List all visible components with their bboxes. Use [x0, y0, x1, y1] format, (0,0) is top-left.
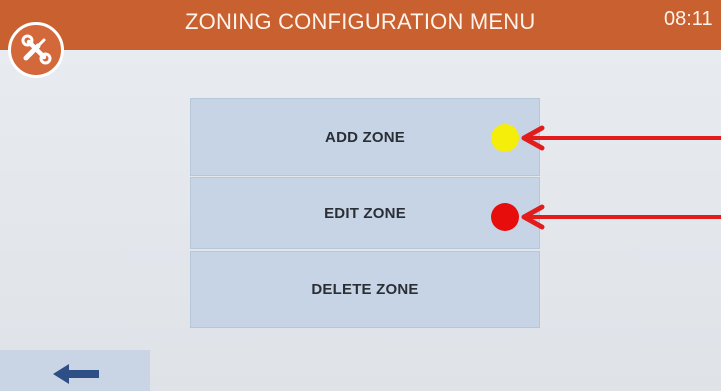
red-marker-dot — [491, 203, 519, 231]
annotation-arrow-edit-zone — [521, 204, 721, 230]
title-bar: ZONING CONFIGURATION MENU 08:11 — [0, 0, 721, 50]
settings-button[interactable] — [8, 22, 64, 78]
add-zone-label: ADD ZONE — [325, 128, 405, 146]
arrow-left-icon — [53, 363, 99, 384]
back-button[interactable] — [0, 350, 150, 391]
clock: 08:11 — [664, 8, 713, 30]
delete-zone-button[interactable]: DELETE ZONE — [190, 251, 540, 328]
delete-zone-label: DELETE ZONE — [311, 281, 419, 298]
wrench-screwdriver-icon — [21, 34, 52, 65]
page-title: ZONING CONFIGURATION MENU — [185, 9, 536, 34]
add-zone-button[interactable]: ADD ZONE — [190, 98, 540, 176]
yellow-marker-dot — [491, 124, 519, 152]
touchscreen: ZONING CONFIGURATION MENU 08:11 ADD ZONE… — [0, 0, 721, 391]
edit-zone-label: EDIT ZONE — [324, 204, 406, 222]
edit-zone-button[interactable]: EDIT ZONE — [190, 177, 540, 249]
annotation-arrow-add-zone — [521, 125, 721, 151]
